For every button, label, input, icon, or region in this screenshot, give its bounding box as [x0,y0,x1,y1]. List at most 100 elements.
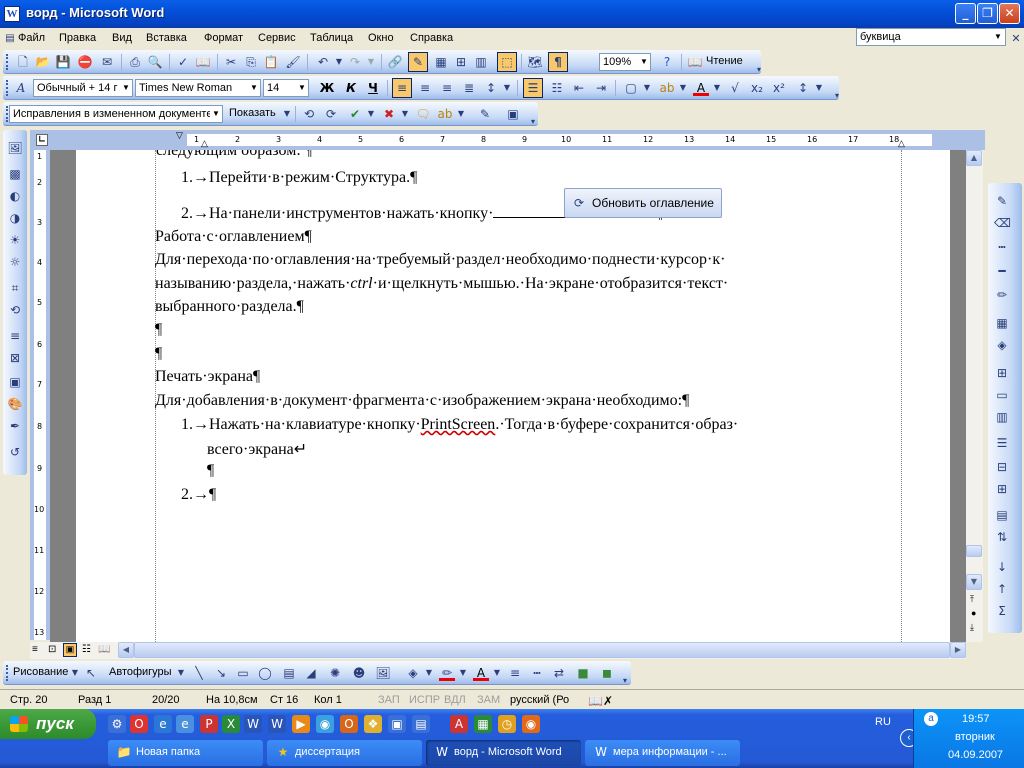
reject-change-icon[interactable]: ✖ [381,106,397,122]
rotate-icon[interactable]: ⟲ [7,302,23,318]
eraser-icon[interactable]: ⌫ [994,215,1011,231]
crop-icon[interactable]: ⌗ [7,280,23,296]
less-contrast-icon[interactable]: ◑ [7,210,23,226]
reading-view-icon[interactable]: 📖 [98,644,110,655]
network-icon[interactable]: ⚙ [108,715,126,733]
chevron-down-icon[interactable]: ▼ [638,54,650,70]
chevron-down-icon[interactable]: ▼ [639,80,655,96]
scroll-thumb[interactable] [966,545,982,557]
close-button[interactable]: ✕ [999,3,1020,24]
font-color-icon[interactable]: A [693,80,709,96]
clock-time[interactable]: 19:57 [962,713,990,725]
browse-object-icon[interactable]: ● [971,608,976,618]
save-icon[interactable]: 💾 [55,54,71,70]
text-box-icon[interactable]: ▤ [281,665,297,681]
toolbar-options-icon[interactable]: ▾ [525,114,541,130]
styles-pane-icon[interactable]: A [13,80,29,96]
app-icon[interactable]: ▣ [388,715,406,733]
menu-table[interactable]: Таблица [310,32,353,44]
equation-icon[interactable]: √ [727,80,743,96]
subscript-icon[interactable]: x₂ [749,80,765,96]
outline-view-icon[interactable]: ☷ [82,644,91,655]
media-player-icon[interactable]: ▶ [292,715,310,733]
web-view-icon[interactable]: ⊡ [48,644,56,655]
toolbar-grip[interactable] [6,80,9,96]
tray-app-icon[interactable]: a [924,712,938,726]
drawing-toggle-button[interactable]: ⬚ [497,52,517,72]
chevron-down-icon[interactable]: ▼ [453,106,469,122]
redo-icon[interactable]: ↷ [347,54,363,70]
rectangle-icon[interactable]: ▭ [235,665,251,681]
font-combo[interactable]: Times New Roman ▼ [135,79,261,97]
task-dissertation[interactable]: ★ диссертация [267,740,422,766]
select-objects-icon[interactable]: ↖ [83,665,99,681]
compress-icon[interactable]: ⊠ [7,350,23,366]
text-wrapping-icon[interactable]: ▣ [7,374,23,390]
line-icon[interactable]: ╲ [191,665,207,681]
start-button[interactable]: пуск [0,709,96,739]
update-toc-button[interactable]: ⟳ Обновить оглавление [564,188,722,218]
maximize-button[interactable]: ❐ [977,3,998,24]
superscript-icon[interactable]: x² [771,80,787,96]
paste-icon[interactable]: 📋 [263,54,279,70]
print-icon[interactable]: ⎙ [127,54,143,70]
track-changes-icon[interactable]: ✎ [477,106,493,122]
italic-button[interactable]: К [343,80,359,96]
decrease-indent-icon[interactable]: ⇤ [571,80,587,96]
line-spacing-icon[interactable]: ↕ [483,80,499,96]
new-document-icon[interactable]: 🗋 [15,54,31,70]
insert-picture-icon[interactable]: 🖼 [7,140,23,156]
numbering-button[interactable]: ☰ [523,78,543,98]
next-page-icon[interactable]: ⤓ [970,622,974,633]
format-picture-icon[interactable]: 🎨 [7,396,23,412]
permission-icon[interactable]: ⛔ [77,54,93,70]
next-change-icon[interactable]: ⟳ [323,106,339,122]
sort-ascending-icon[interactable]: ↓ [994,559,1010,575]
align-right-icon[interactable]: ≡ [439,80,455,96]
chevron-down-icon[interactable]: ▼ [811,80,827,96]
opera-icon[interactable]: O [130,715,148,733]
chevron-down-icon[interactable]: ▼ [397,106,413,122]
chevron-down-icon[interactable]: ▼ [210,106,222,122]
align-left-button[interactable]: ≡ [392,78,412,98]
previous-page-icon[interactable]: ⤒ [970,594,974,605]
bullets-icon[interactable]: ☷ [549,80,565,96]
dash-style-icon[interactable]: ┅ [529,665,545,681]
chevron-down-icon[interactable]: ▼ [421,665,437,681]
arrow-icon[interactable]: ↘ [213,665,229,681]
outlook-icon[interactable]: O [340,715,358,733]
chevron-down-icon[interactable]: ▼ [248,80,260,96]
status-track-changes[interactable]: ИСПР [409,694,440,706]
chevron-down-icon[interactable]: ▼ [455,665,471,681]
insert-table-icon[interactable]: ⊞ [994,365,1010,381]
line-style-icon[interactable]: ≡ [7,328,23,344]
autoformat-icon[interactable]: ▤ [994,507,1010,523]
chevron-down-icon[interactable]: ▼ [675,80,691,96]
increase-indent-icon[interactable]: ⇥ [593,80,609,96]
menu-window[interactable]: Окно [368,32,394,44]
menu-view[interactable]: Вид [112,32,132,44]
borders-icon[interactable]: ▢ [623,80,639,96]
ie-icon[interactable]: e [176,715,194,733]
task-info-measure[interactable]: Wмера информации - ... [585,740,740,766]
merge-cells-icon[interactable]: ▭ [994,387,1010,403]
more-brightness-icon[interactable]: ☀ [7,232,23,248]
tab-selector[interactable]: ∟ [36,134,48,146]
autosum-icon[interactable]: Σ [994,603,1010,619]
clipart-icon[interactable]: ☻ [351,665,367,681]
shadow-style-icon[interactable]: ■ [575,665,591,681]
borders-icon[interactable]: ▦ [994,315,1010,331]
language-indicator[interactable]: RU [875,716,891,728]
task-new-folder[interactable]: 📁 Новая папка [108,740,263,766]
status-overtype[interactable]: ЗАМ [477,694,500,706]
research-icon[interactable]: 📖 [195,54,211,70]
shading-icon[interactable]: ◈ [994,337,1010,353]
color-icon[interactable]: ▩ [7,166,23,182]
line-style-icon[interactable]: ≡ [507,665,523,681]
wordart-icon[interactable]: ◢ [303,665,319,681]
powerpoint-icon[interactable]: P [200,715,218,733]
menu-file[interactable]: Файл [18,32,45,44]
firefox-icon[interactable]: ◉ [522,715,540,733]
distribute-rows-icon[interactable]: ⊟ [994,459,1010,475]
open-folder-icon[interactable]: 📂 [35,54,51,70]
